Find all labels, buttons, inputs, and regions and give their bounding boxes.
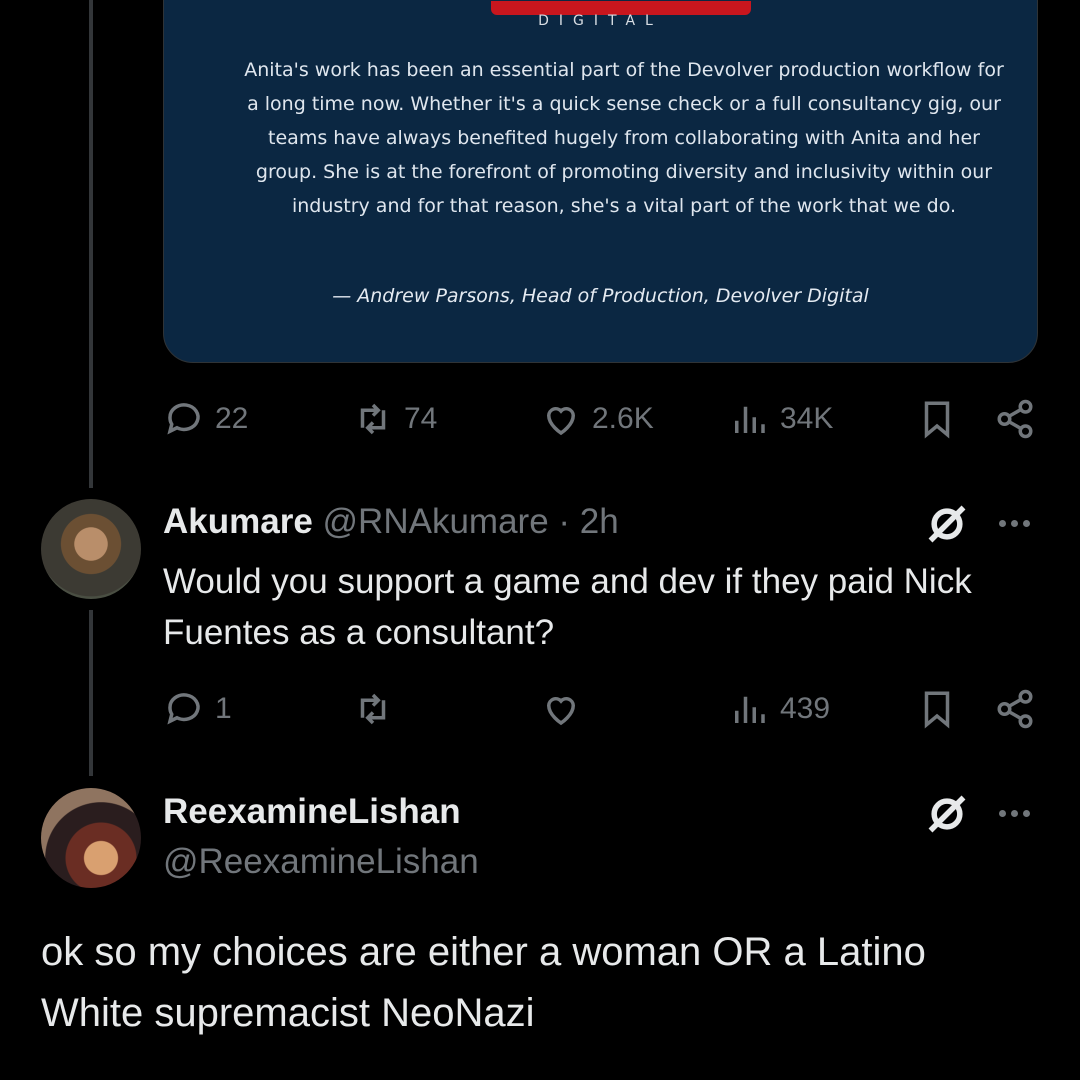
thread-line-top xyxy=(89,0,93,488)
like-button[interactable]: 2.6K xyxy=(540,398,654,440)
quote-attribution: — Andrew Parsons, Head of Production, De… xyxy=(332,285,869,307)
repost-count: 74 xyxy=(404,402,438,435)
display-name[interactable]: Akumare xyxy=(163,502,313,541)
views-count: 439 xyxy=(780,692,831,725)
avatar-reexaminelishan[interactable] xyxy=(41,788,141,888)
logo-subtitle: DIGITAL xyxy=(538,13,663,29)
bookmark-button[interactable] xyxy=(916,398,958,440)
separator: · xyxy=(558,502,571,541)
bookmark-button[interactable] xyxy=(916,688,958,730)
repost-icon xyxy=(360,693,386,725)
reply-count: 22 xyxy=(215,402,249,435)
reply-button[interactable]: 22 xyxy=(163,398,248,440)
more-options-icon[interactable] xyxy=(999,810,1030,817)
handle[interactable]: @RNAkumare xyxy=(323,502,549,541)
views-icon xyxy=(735,696,765,723)
repost-button[interactable]: 74 xyxy=(352,398,437,440)
avatar-akumare[interactable] xyxy=(41,499,141,599)
repost-icon xyxy=(360,403,386,435)
reply-icon xyxy=(167,693,200,725)
views-icon xyxy=(735,406,765,433)
reply-count: 1 xyxy=(215,692,232,725)
thread-line-middle xyxy=(89,610,93,776)
quote-text: Anita's work has been an essential part … xyxy=(244,59,1004,217)
like-count: 2.6K xyxy=(592,402,654,435)
reply-icon xyxy=(167,403,200,435)
share-icon xyxy=(997,689,1033,729)
timestamp[interactable]: 2h xyxy=(580,502,619,541)
heart-icon xyxy=(546,697,576,726)
display-name[interactable]: ReexamineLishan xyxy=(163,792,461,832)
views-count: 34K xyxy=(780,402,834,435)
grok-icon[interactable] xyxy=(925,502,969,551)
reply1-header: Akumare @RNAkumare · 2h xyxy=(163,502,619,542)
like-button[interactable] xyxy=(540,688,582,730)
bookmark-icon xyxy=(924,401,950,439)
share-button[interactable] xyxy=(994,398,1036,440)
reply-button[interactable]: 1 xyxy=(163,688,232,730)
bookmark-icon xyxy=(924,691,950,729)
more-options-icon[interactable] xyxy=(999,520,1030,527)
share-button[interactable] xyxy=(994,688,1036,730)
handle[interactable]: @ReexamineLishan xyxy=(163,842,479,882)
share-icon xyxy=(997,399,1033,439)
reply1-text: Would you support a game and dev if they… xyxy=(163,562,972,652)
views-button[interactable]: 34K xyxy=(728,398,833,440)
repost-button[interactable] xyxy=(352,688,394,730)
heart-icon xyxy=(546,407,576,436)
grok-icon[interactable] xyxy=(925,792,969,841)
quoted-card[interactable]: DIGITAL Anita's work has been an essenti… xyxy=(163,0,1038,363)
reply2-text: ok so my choices are either a woman OR a… xyxy=(41,930,926,1035)
views-button[interactable]: 439 xyxy=(728,688,830,730)
